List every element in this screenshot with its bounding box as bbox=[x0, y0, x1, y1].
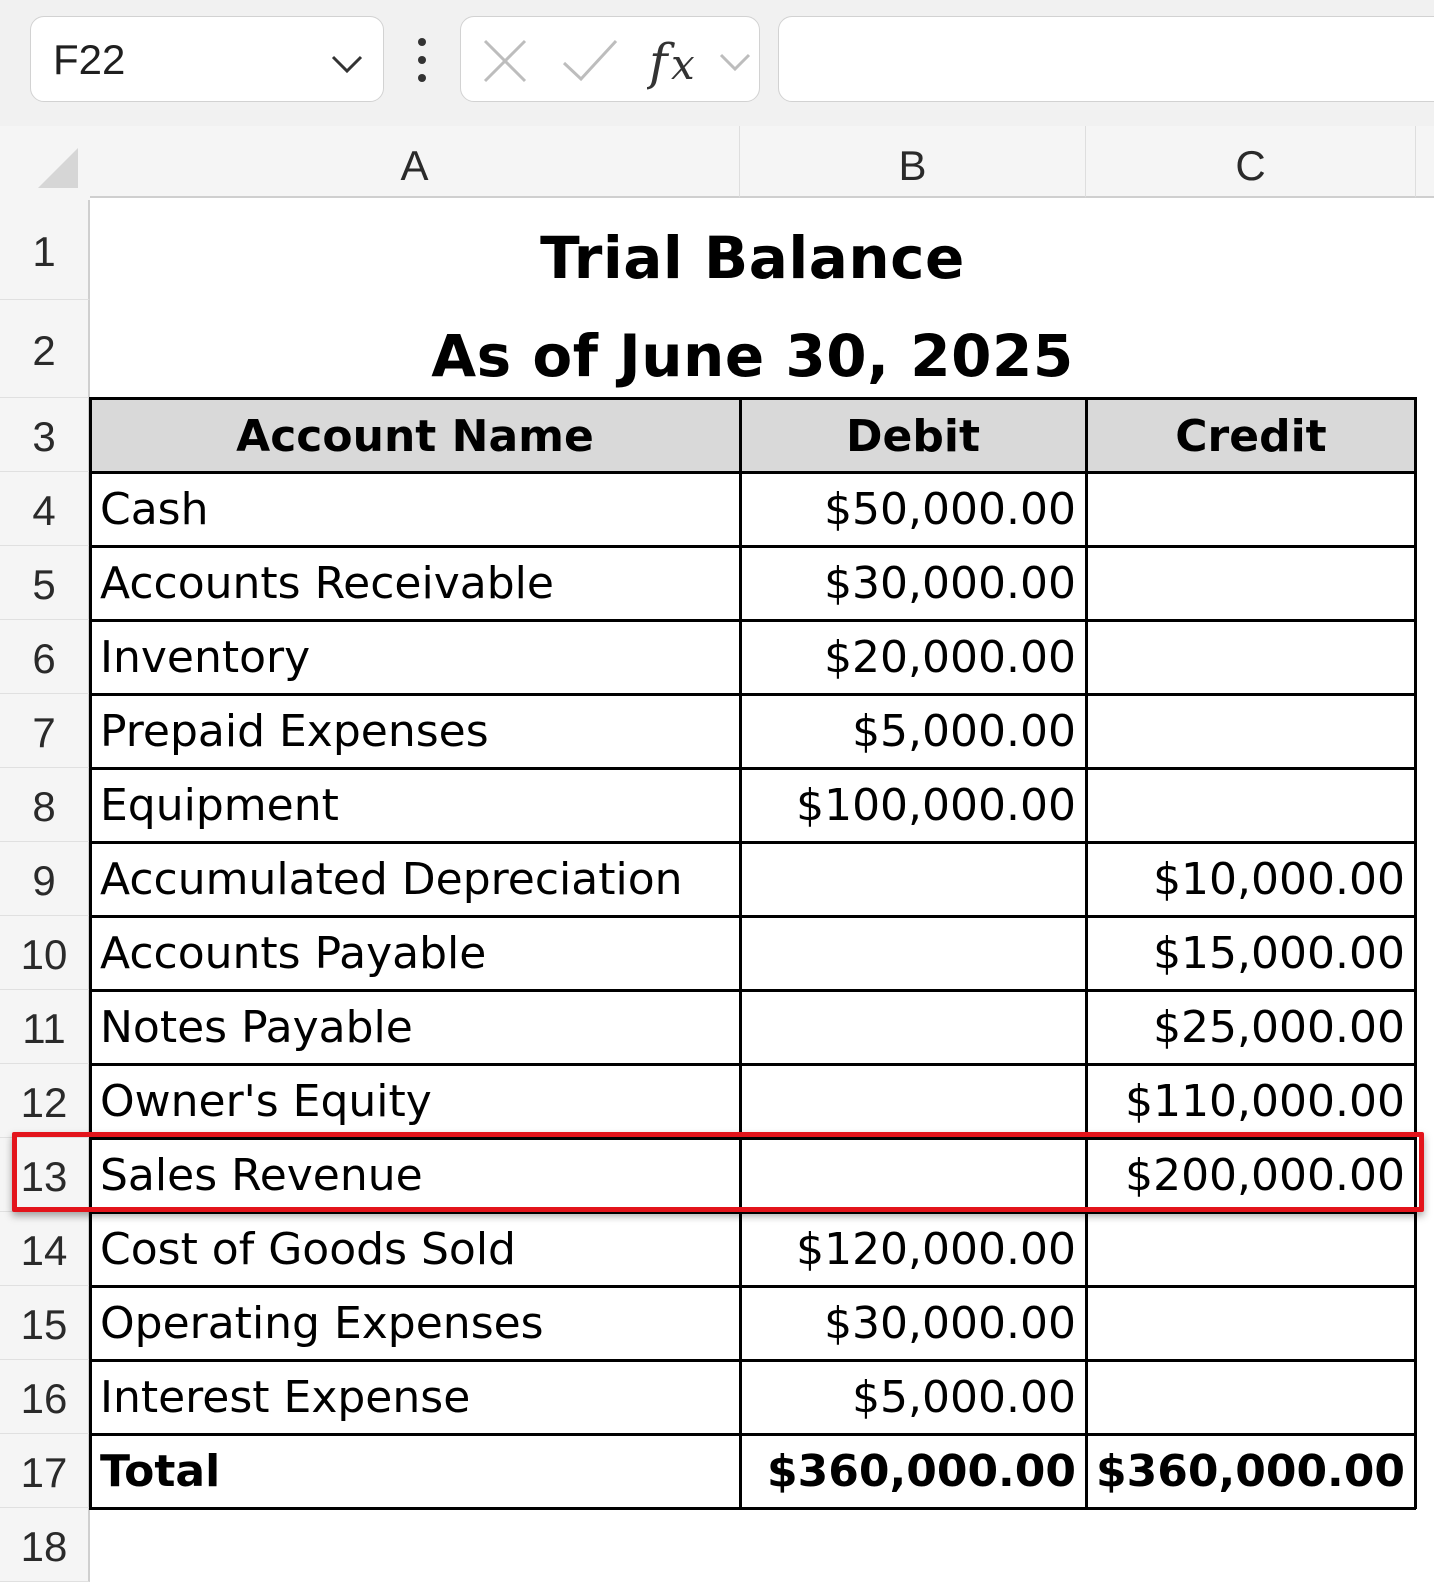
sheet-title[interactable]: Trial Balance bbox=[90, 218, 1415, 298]
row-header-9[interactable]: 9 bbox=[0, 842, 90, 916]
grid-vline bbox=[1085, 397, 1088, 1509]
row-header-11[interactable]: 11 bbox=[0, 990, 90, 1064]
credit-cell[interactable] bbox=[1086, 472, 1415, 546]
grid-hline bbox=[89, 1063, 1416, 1066]
credit-cell[interactable] bbox=[1086, 768, 1415, 842]
sheet-subtitle[interactable]: As of June 30, 2025 bbox=[90, 316, 1415, 396]
credit-cell[interactable] bbox=[1086, 1286, 1415, 1360]
credit-cell[interactable]: $25,000.00 bbox=[1086, 990, 1415, 1064]
account-name-cell[interactable]: Accumulated Depreciation bbox=[90, 842, 740, 916]
column-header-c[interactable]: C bbox=[1086, 126, 1416, 198]
debit-cell[interactable] bbox=[740, 990, 1086, 1064]
fx-icon[interactable]: f x bbox=[647, 27, 711, 93]
account-name-cell[interactable]: Operating Expenses bbox=[90, 1286, 740, 1360]
grid-hline bbox=[89, 767, 1416, 770]
row-header-10[interactable]: 10 bbox=[0, 916, 90, 990]
credit-cell[interactable] bbox=[1086, 1360, 1415, 1434]
credit-cell[interactable]: $15,000.00 bbox=[1086, 916, 1415, 990]
account-name-cell[interactable]: Cash bbox=[90, 472, 740, 546]
account-name-cell[interactable]: Cost of Goods Sold bbox=[90, 1212, 740, 1286]
grid-hline bbox=[89, 1285, 1416, 1288]
debit-cell[interactable]: $50,000.00 bbox=[740, 472, 1086, 546]
row-header-7[interactable]: 7 bbox=[0, 694, 90, 768]
grid-hline bbox=[89, 841, 1416, 844]
formula-input[interactable] bbox=[778, 16, 1434, 102]
name-box[interactable]: F22 bbox=[30, 16, 384, 102]
account-name-cell[interactable]: Accounts Receivable bbox=[90, 546, 740, 620]
check-icon[interactable] bbox=[561, 37, 619, 83]
credit-cell[interactable]: $10,000.00 bbox=[1086, 842, 1415, 916]
debit-cell[interactable]: $100,000.00 bbox=[740, 768, 1086, 842]
account-name-cell[interactable]: Prepaid Expenses bbox=[90, 694, 740, 768]
header-credit[interactable]: Credit bbox=[1086, 398, 1416, 472]
row-header-2[interactable]: 2 bbox=[0, 300, 90, 398]
debit-cell[interactable] bbox=[740, 842, 1086, 916]
credit-cell[interactable]: $110,000.00 bbox=[1086, 1064, 1415, 1138]
row-header-15[interactable]: 15 bbox=[0, 1286, 90, 1360]
credit-cell[interactable] bbox=[1086, 546, 1415, 620]
grid-hline bbox=[89, 397, 1416, 400]
debit-cell[interactable] bbox=[740, 1064, 1086, 1138]
grid-hline bbox=[89, 545, 1416, 548]
x-icon[interactable] bbox=[481, 39, 529, 83]
column-header-b[interactable]: B bbox=[740, 126, 1086, 198]
vertical-ellipsis-icon[interactable] bbox=[412, 36, 432, 84]
header-account-name[interactable]: Account Name bbox=[90, 398, 740, 472]
debit-cell[interactable]: $30,000.00 bbox=[740, 1286, 1086, 1360]
grid-hline bbox=[89, 1433, 1416, 1436]
row-header-3[interactable]: 3 bbox=[0, 398, 90, 472]
grid-hline bbox=[89, 915, 1416, 918]
grid-hline bbox=[89, 1359, 1416, 1362]
account-name-cell[interactable]: Notes Payable bbox=[90, 990, 740, 1064]
debit-cell[interactable]: $30,000.00 bbox=[740, 546, 1086, 620]
row-header-14[interactable]: 14 bbox=[0, 1212, 90, 1286]
debit-cell[interactable] bbox=[740, 916, 1086, 990]
credit-cell[interactable] bbox=[1086, 620, 1415, 694]
debit-cell[interactable]: $5,000.00 bbox=[740, 1360, 1086, 1434]
total-credit-cell[interactable]: $360,000.00 bbox=[1086, 1434, 1415, 1508]
debit-cell[interactable]: $5,000.00 bbox=[740, 694, 1086, 768]
select-all-triangle-icon bbox=[38, 148, 78, 188]
credit-cell[interactable] bbox=[1086, 1212, 1415, 1286]
chevron-down-icon[interactable] bbox=[327, 43, 367, 83]
credit-cell[interactable] bbox=[1086, 694, 1415, 768]
account-name-cell[interactable]: Owner's Equity bbox=[90, 1064, 740, 1138]
account-name-cell[interactable]: Inventory bbox=[90, 620, 740, 694]
account-name-cell[interactable]: Equipment bbox=[90, 768, 740, 842]
grid-hline bbox=[89, 619, 1416, 622]
grid-hline bbox=[89, 1507, 1416, 1510]
row-header-12[interactable]: 12 bbox=[0, 1064, 90, 1138]
row-13-highlight bbox=[12, 1132, 1424, 1212]
debit-cell[interactable]: $120,000.00 bbox=[740, 1212, 1086, 1286]
account-name-cell[interactable]: Interest Expense bbox=[90, 1360, 740, 1434]
row-header-4[interactable]: 4 bbox=[0, 472, 90, 546]
row-header-1[interactable]: 1 bbox=[0, 200, 90, 300]
header-debit[interactable]: Debit bbox=[740, 398, 1086, 472]
column-header-next[interactable] bbox=[1416, 126, 1434, 198]
svg-text:x: x bbox=[671, 40, 695, 89]
chevron-down-icon[interactable] bbox=[717, 49, 753, 75]
formula-bar: F22 f x bbox=[0, 0, 1434, 126]
grid-hline bbox=[89, 989, 1416, 992]
row-header-5[interactable]: 5 bbox=[0, 546, 90, 620]
grid-vline bbox=[1414, 397, 1417, 1509]
total-label-cell[interactable]: Total bbox=[90, 1434, 740, 1508]
row-header-16[interactable]: 16 bbox=[0, 1360, 90, 1434]
name-box-value: F22 bbox=[53, 36, 126, 83]
grid-hline bbox=[89, 693, 1416, 696]
account-name-cell[interactable]: Accounts Payable bbox=[90, 916, 740, 990]
grid-hline bbox=[89, 471, 1416, 474]
debit-cell[interactable]: $20,000.00 bbox=[740, 620, 1086, 694]
column-header-a[interactable]: A bbox=[90, 126, 740, 198]
formula-controls: f x bbox=[460, 16, 760, 102]
row-header-17[interactable]: 17 bbox=[0, 1434, 90, 1508]
worksheet-grid: A B C 1 2 3 4 5 6 7 8 9 10 11 12 13 14 15 16 17 18 Trial … bbox=[0, 126, 1434, 1582]
row-header-18[interactable]: 18 bbox=[0, 1508, 90, 1582]
grid-vline bbox=[89, 397, 92, 1509]
row-header-8[interactable]: 8 bbox=[0, 768, 90, 842]
grid-vline bbox=[739, 397, 742, 1509]
select-all-corner[interactable] bbox=[0, 126, 90, 200]
row-header-6[interactable]: 6 bbox=[0, 620, 90, 694]
total-debit-cell[interactable]: $360,000.00 bbox=[740, 1434, 1086, 1508]
